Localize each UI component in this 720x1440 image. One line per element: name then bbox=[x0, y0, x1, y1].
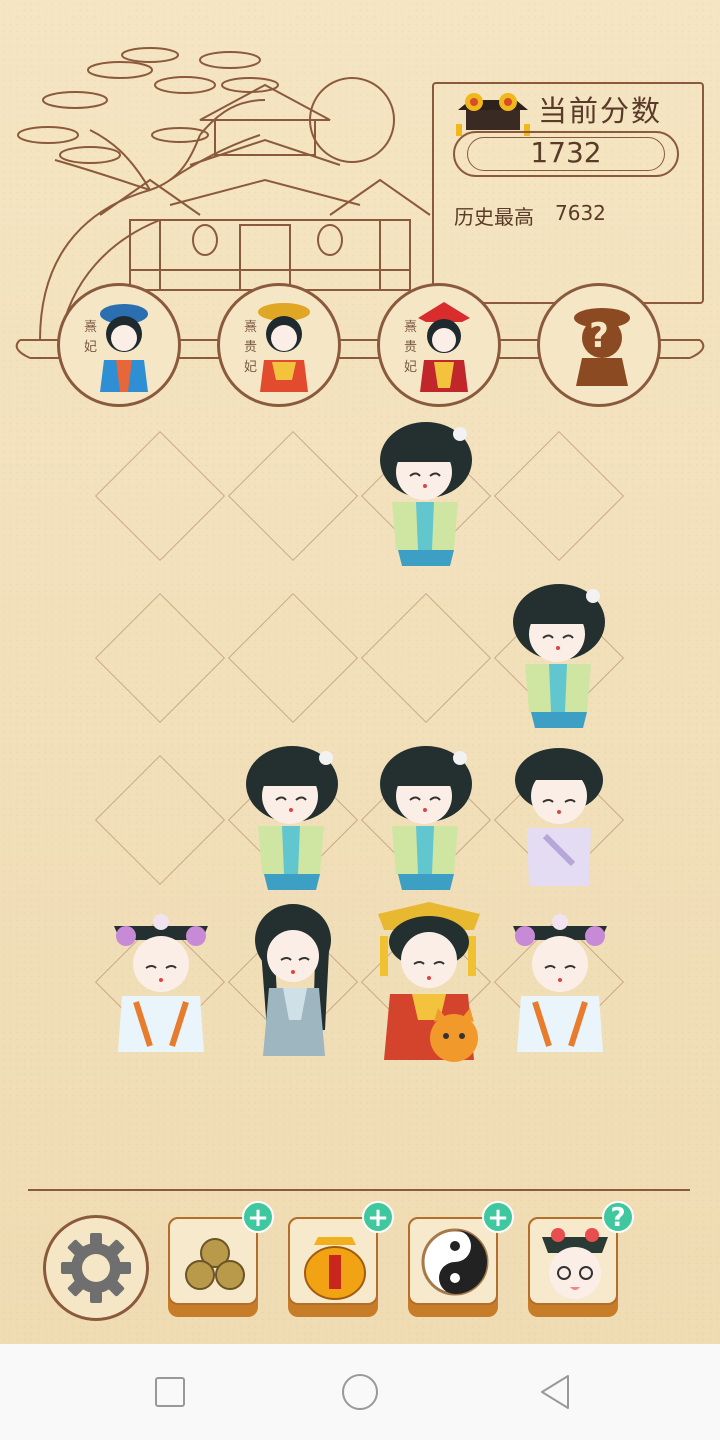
imperial-consort-icon bbox=[418, 302, 470, 392]
best-score: 7632 bbox=[555, 201, 606, 225]
grid-cell[interactable] bbox=[360, 592, 492, 724]
settings-button[interactable] bbox=[43, 1215, 149, 1321]
yin-yang-tool-button[interactable]: + bbox=[408, 1201, 514, 1317]
add-coins-badge[interactable]: + bbox=[242, 1201, 274, 1233]
score-title: 当前分数 bbox=[538, 94, 663, 128]
level-3-badge[interactable]: 熹贵妃 bbox=[377, 283, 501, 407]
maid-face-icon bbox=[542, 1228, 608, 1299]
grid-cell[interactable] bbox=[94, 754, 226, 886]
recent-apps-icon[interactable] bbox=[154, 1376, 186, 1408]
coins-tool-button[interactable]: + bbox=[168, 1201, 274, 1317]
attendant-piece[interactable] bbox=[509, 744, 609, 894]
maid-tool-button[interactable]: ? bbox=[528, 1201, 634, 1317]
home-icon[interactable] bbox=[341, 1373, 379, 1411]
grid-cell[interactable] bbox=[227, 592, 359, 724]
system-nav-bar bbox=[0, 1344, 720, 1440]
consort-icon bbox=[100, 304, 148, 392]
maid-piece[interactable] bbox=[242, 744, 342, 894]
add-yin-yang-badge[interactable]: + bbox=[482, 1201, 514, 1233]
add-jar-badge[interactable]: + bbox=[362, 1201, 394, 1233]
yin-yang-icon bbox=[421, 1228, 489, 1296]
lady-grey-robe-piece[interactable] bbox=[245, 900, 345, 1060]
noble-lady-piece[interactable] bbox=[106, 906, 216, 1056]
grid-cell[interactable] bbox=[94, 430, 226, 562]
game-board: 当前分数 1732 历史最高 7632 熹妃 熹贵妃 熹贵妃 ? + + + ? bbox=[0, 0, 720, 1344]
grid-cell[interactable] bbox=[227, 430, 359, 562]
grid-cell[interactable] bbox=[94, 592, 226, 724]
noble-lady-piece[interactable] bbox=[505, 906, 615, 1056]
empress-with-cat-piece[interactable] bbox=[374, 900, 484, 1065]
locked-level-question: ? bbox=[589, 316, 609, 356]
best-score-label: 历史最高 bbox=[454, 205, 534, 229]
grid-cell[interactable] bbox=[493, 430, 625, 562]
toolbar-divider bbox=[28, 1189, 690, 1191]
jar-tool-button[interactable]: + bbox=[288, 1201, 394, 1317]
level-4-locked-badge[interactable]: ? bbox=[537, 283, 661, 407]
level-1-badge[interactable]: 熹妃 bbox=[57, 283, 181, 407]
gear-icon bbox=[61, 1233, 131, 1303]
back-icon[interactable] bbox=[538, 1374, 572, 1410]
orange-jar-icon bbox=[304, 1237, 366, 1300]
maid-piece[interactable] bbox=[509, 582, 609, 732]
maid-help-badge[interactable]: ? bbox=[602, 1201, 634, 1233]
maid-piece[interactable] bbox=[376, 420, 476, 570]
current-score: 1732 bbox=[530, 136, 602, 169]
coins-icon bbox=[185, 1238, 245, 1290]
level-2-badge[interactable]: 熹贵妃 bbox=[217, 283, 341, 407]
noble-consort-icon bbox=[258, 303, 310, 392]
maid-piece[interactable] bbox=[376, 744, 476, 894]
